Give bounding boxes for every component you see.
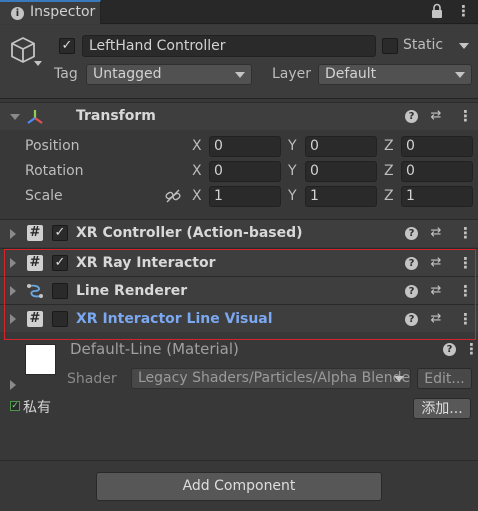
scale-z-field[interactable]: 1 <box>401 186 473 207</box>
tag-label: Tag <box>54 66 78 82</box>
tag-dropdown[interactable]: Untagged <box>86 64 252 85</box>
axis-y-label[interactable]: Y <box>288 138 297 154</box>
info-icon: i <box>11 7 24 20</box>
chevron-down-icon <box>455 72 465 78</box>
transform-title: Transform <box>76 108 156 124</box>
private-label: 私有 <box>23 400 51 416</box>
static-checkbox[interactable] <box>382 38 398 54</box>
rotation-z-field[interactable]: 0 <box>401 161 473 182</box>
axis-x-label[interactable]: X <box>192 188 202 204</box>
component-menu-icon[interactable]: ⋮ <box>458 226 473 241</box>
help-icon[interactable]: ? <box>405 227 418 240</box>
scale-y-field[interactable]: 1 <box>305 186 377 207</box>
chevron-down-icon <box>235 72 245 78</box>
add-component-button[interactable]: Add Component <box>96 472 382 501</box>
layer-label: Layer <box>272 66 312 82</box>
highlight-box <box>4 249 476 340</box>
material-title: Default-Line (Material) <box>70 340 239 358</box>
edit-shader-button[interactable]: Edit... <box>417 368 472 389</box>
rotation-y-field[interactable]: 0 <box>305 161 377 182</box>
shader-dropdown[interactable]: Legacy Shaders/Particles/Alpha Blended <box>131 368 411 389</box>
gameobject-cube-icon <box>10 36 36 64</box>
axis-z-label[interactable]: Z <box>384 163 394 179</box>
shader-label: Shader <box>67 371 117 387</box>
static-label: Static <box>403 37 444 53</box>
foldout-arrow-icon[interactable] <box>10 380 16 390</box>
position-label: Position <box>25 138 80 154</box>
active-checkbox[interactable]: ✓ <box>59 38 75 54</box>
transform-header[interactable]: Transform ? ⇄ ⋮ <box>0 102 478 130</box>
tab-menu-icon[interactable]: ⋮ <box>456 4 471 19</box>
lock-icon[interactable] <box>430 3 444 20</box>
scale-x-field[interactable]: 1 <box>209 186 281 207</box>
private-checkbox-icon[interactable]: ✓ <box>10 401 20 411</box>
layer-value: Default <box>325 66 377 82</box>
tab-label: Inspector <box>30 4 96 20</box>
position-y-field[interactable]: 0 <box>305 136 377 157</box>
material-preview-swatch[interactable] <box>25 344 56 375</box>
axis-z-label[interactable]: Z <box>384 188 394 204</box>
tab-inspector[interactable]: i Inspector <box>0 0 101 24</box>
chevron-down-icon <box>394 376 404 382</box>
tag-value: Untagged <box>93 66 162 82</box>
position-z-field[interactable]: 0 <box>401 136 473 157</box>
add-button[interactable]: 添加... <box>413 398 471 419</box>
divider <box>0 460 478 461</box>
axis-z-label[interactable]: Z <box>384 138 394 154</box>
axis-y-label[interactable]: Y <box>288 188 297 204</box>
layer-dropdown[interactable]: Default <box>318 64 472 85</box>
constrain-proportions-link-icon[interactable] <box>164 187 182 205</box>
script-hash-icon: # <box>27 225 43 241</box>
shader-value: Legacy Shaders/Particles/Alpha Blended <box>138 370 411 386</box>
component-title: XR Controller (Action-based) <box>76 225 303 241</box>
position-x-field[interactable]: 0 <box>209 136 281 157</box>
axis-x-label[interactable]: X <box>192 163 202 179</box>
component-xr-controller[interactable]: # ✓ XR Controller (Action-based) ? ⇄ ⋮ <box>0 219 478 247</box>
component-menu-icon[interactable]: ⋮ <box>458 109 473 124</box>
help-icon[interactable]: ? <box>405 110 418 123</box>
component-enabled-checkbox[interactable]: ✓ <box>52 225 68 241</box>
preset-sliders-icon[interactable]: ⇄ <box>429 109 443 123</box>
axis-y-label[interactable]: Y <box>288 163 297 179</box>
rotation-label: Rotation <box>25 163 84 179</box>
icon-dropdown-caret[interactable] <box>34 61 42 66</box>
foldout-arrow-icon[interactable] <box>10 114 20 120</box>
object-name-field[interactable]: LeftHand Controller <box>82 35 376 57</box>
scale-label: Scale <box>25 188 63 204</box>
help-icon[interactable]: ? <box>443 343 456 356</box>
rotation-x-field[interactable]: 0 <box>209 161 281 182</box>
material-menu-icon[interactable]: ⋮ <box>464 342 478 357</box>
axis-x-label[interactable]: X <box>192 138 202 154</box>
preset-sliders-icon[interactable]: ⇄ <box>429 226 443 240</box>
foldout-arrow-icon[interactable] <box>10 229 16 239</box>
static-dropdown-caret[interactable] <box>459 43 469 49</box>
transform-axes-icon <box>26 108 44 126</box>
